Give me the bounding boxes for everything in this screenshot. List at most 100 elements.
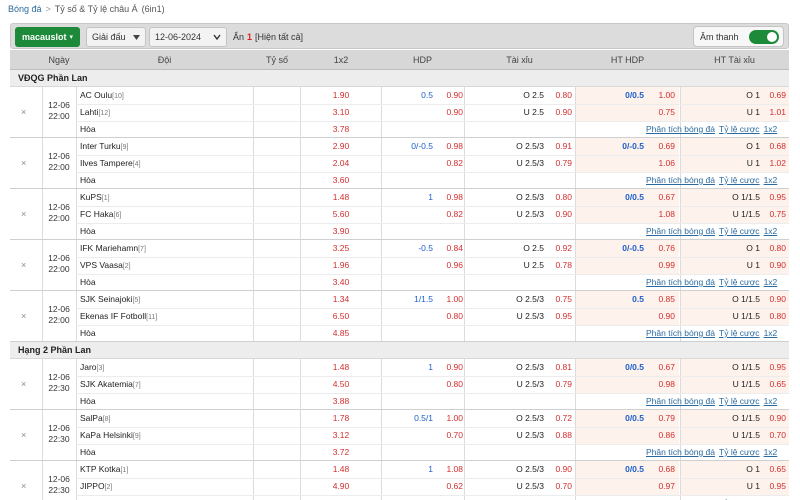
analysis-link[interactable]: Phân tích bóng đá <box>646 396 715 406</box>
ou-over-odds[interactable]: 0.72 <box>544 410 572 427</box>
hdp-home-odds[interactable]: 1.00 <box>433 291 463 308</box>
ht-hdp-home-odds[interactable]: 0.76 <box>644 240 675 257</box>
ht-hdp-away-odds[interactable]: 0.97 <box>644 478 675 495</box>
breadcrumb-football-link[interactable]: Bóng đá <box>8 4 42 14</box>
odds-link[interactable]: Tỷ lệ cược <box>719 447 760 457</box>
hdp-away-odds[interactable]: 0.90 <box>433 104 463 121</box>
odds-link[interactable]: Tỷ lệ cược <box>719 175 760 185</box>
ou-over-odds[interactable]: 0.91 <box>544 138 572 155</box>
odds-1x2-home[interactable]: 1.48 <box>301 189 381 206</box>
analysis-link[interactable]: Phân tích bóng đá <box>646 447 715 457</box>
analysis-link[interactable]: Phân tích bóng đá <box>646 328 715 338</box>
odds-1x2-away[interactable]: 2.04 <box>301 155 381 172</box>
hdp-home-odds[interactable]: 0.90 <box>433 87 463 104</box>
hdp-home-odds[interactable]: 0.84 <box>433 240 463 257</box>
x12-link[interactable]: 1x2 <box>764 124 778 134</box>
ht-hdp-home-odds[interactable]: 0.85 <box>644 291 675 308</box>
ou-over-odds[interactable]: 0.75 <box>544 291 572 308</box>
hdp-away-odds[interactable]: 0.96 <box>433 257 463 274</box>
hdp-home-odds[interactable]: 0.98 <box>433 138 463 155</box>
ht-ou-under-odds[interactable]: 0.65 <box>760 376 786 393</box>
ht-hdp-away-odds[interactable]: 1.06 <box>644 155 675 172</box>
league-select[interactable]: Giải đấu <box>86 27 146 47</box>
home-team[interactable]: KTP Kotka[1] <box>80 461 128 478</box>
ht-ou-under-odds[interactable]: 1.01 <box>760 104 786 121</box>
hdp-home-odds[interactable]: 0.90 <box>433 359 463 376</box>
home-team[interactable]: Inter Turku[9] <box>80 138 128 155</box>
hdp-away-odds[interactable]: 0.82 <box>433 206 463 223</box>
x12-link[interactable]: 1x2 <box>764 175 778 185</box>
odds-link[interactable]: Tỷ lệ cược <box>719 124 760 134</box>
ht-ou-under-odds[interactable]: 0.80 <box>760 308 786 325</box>
ht-ou-under-odds[interactable]: 0.70 <box>760 427 786 444</box>
odds-1x2-draw[interactable]: 4.85 <box>301 325 381 342</box>
odds-1x2-draw[interactable]: 3.78 <box>301 121 381 138</box>
away-team[interactable]: Ekenas IF Fotboll[11] <box>80 308 157 325</box>
x12-link[interactable]: 1x2 <box>764 328 778 338</box>
odds-link[interactable]: Tỷ lệ cược <box>719 328 760 338</box>
analysis-link[interactable]: Phân tích bóng đá <box>646 124 715 134</box>
ou-under-odds[interactable]: 0.90 <box>544 104 572 121</box>
ou-under-odds[interactable]: 0.95 <box>544 308 572 325</box>
ht-hdp-home-odds[interactable]: 1.00 <box>644 87 675 104</box>
x12-link[interactable]: 1x2 <box>764 447 778 457</box>
odds-link[interactable]: Tỷ lệ cược <box>719 226 760 236</box>
away-team[interactable]: KaPa Helsinki[9] <box>80 427 141 444</box>
odds-link[interactable]: Tỷ lệ cược <box>719 396 760 406</box>
date-select[interactable]: 12-06-2024 <box>149 27 227 47</box>
ou-over-odds[interactable]: 0.90 <box>544 461 572 478</box>
odds-1x2-away[interactable]: 4.50 <box>301 376 381 393</box>
ht-hdp-away-odds[interactable]: 1.08 <box>644 206 675 223</box>
odds-1x2-away[interactable]: 4.90 <box>301 478 381 495</box>
away-team[interactable]: SJK Akatemia[7] <box>80 376 141 393</box>
home-team[interactable]: KuPS[1] <box>80 189 110 206</box>
ht-ou-under-odds[interactable]: 1.02 <box>760 155 786 172</box>
ht-ou-over-odds[interactable]: 0.65 <box>760 461 786 478</box>
ht-ou-over-odds[interactable]: 0.95 <box>760 359 786 376</box>
ou-over-odds[interactable]: 0.92 <box>544 240 572 257</box>
odds-1x2-draw[interactable]: 3.60 <box>301 172 381 189</box>
ht-ou-under-odds[interactable]: 0.95 <box>760 478 786 495</box>
odds-1x2-draw[interactable] <box>301 495 381 500</box>
ht-ou-over-odds[interactable]: 0.90 <box>760 291 786 308</box>
odds-1x2-draw[interactable]: 3.40 <box>301 274 381 291</box>
home-team[interactable]: AC Oulu[10] <box>80 87 124 104</box>
odds-1x2-away[interactable]: 1.96 <box>301 257 381 274</box>
hdp-away-odds[interactable]: 0.82 <box>433 155 463 172</box>
away-team[interactable]: VPS Vaasa[2] <box>80 257 131 274</box>
away-team[interactable]: Ilves Tampere[4] <box>80 155 141 172</box>
bookmaker-dropdown[interactable]: macauslot ▾ <box>15 27 80 47</box>
odds-1x2-home[interactable]: 3.25 <box>301 240 381 257</box>
ou-under-odds[interactable]: 0.88 <box>544 427 572 444</box>
odds-1x2-home[interactable]: 1.34 <box>301 291 381 308</box>
ou-under-odds[interactable]: 0.79 <box>544 376 572 393</box>
ou-over-odds[interactable]: 0.80 <box>544 189 572 206</box>
home-team[interactable]: SJK Seinajoki[5] <box>80 291 140 308</box>
ht-hdp-home-odds[interactable]: 0.67 <box>644 189 675 206</box>
ou-under-odds[interactable]: 0.90 <box>544 206 572 223</box>
ht-ou-over-odds[interactable]: 0.69 <box>760 87 786 104</box>
odds-1x2-draw[interactable]: 3.88 <box>301 393 381 410</box>
x12-link[interactable]: 1x2 <box>764 277 778 287</box>
odds-1x2-draw[interactable]: 3.90 <box>301 223 381 240</box>
odds-1x2-away[interactable]: 3.12 <box>301 427 381 444</box>
hdp-away-odds[interactable]: 0.70 <box>433 427 463 444</box>
analysis-link[interactable]: Phân tích bóng đá <box>646 175 715 185</box>
odds-1x2-home[interactable]: 1.90 <box>301 87 381 104</box>
ht-ou-over-odds[interactable]: 0.90 <box>760 410 786 427</box>
hdp-home-odds[interactable]: 0.98 <box>433 189 463 206</box>
away-team[interactable]: JIPPO[2] <box>80 478 112 495</box>
show-all-link[interactable]: [Hiện tất cả] <box>255 32 303 42</box>
odds-link[interactable]: Tỷ lệ cược <box>719 277 760 287</box>
ou-under-odds[interactable]: 0.79 <box>544 155 572 172</box>
odds-1x2-away[interactable]: 6.50 <box>301 308 381 325</box>
sound-toggle[interactable] <box>749 30 779 44</box>
ht-hdp-away-odds[interactable]: 0.90 <box>644 308 675 325</box>
hdp-home-odds[interactable]: 1.00 <box>433 410 463 427</box>
away-team[interactable]: FC Haka[6] <box>80 206 121 223</box>
x12-link[interactable]: 1x2 <box>764 396 778 406</box>
ht-ou-under-odds[interactable]: 0.90 <box>760 257 786 274</box>
odds-1x2-draw[interactable]: 3.72 <box>301 444 381 461</box>
ou-over-odds[interactable]: 0.81 <box>544 359 572 376</box>
home-team[interactable]: SalPa[8] <box>80 410 110 427</box>
